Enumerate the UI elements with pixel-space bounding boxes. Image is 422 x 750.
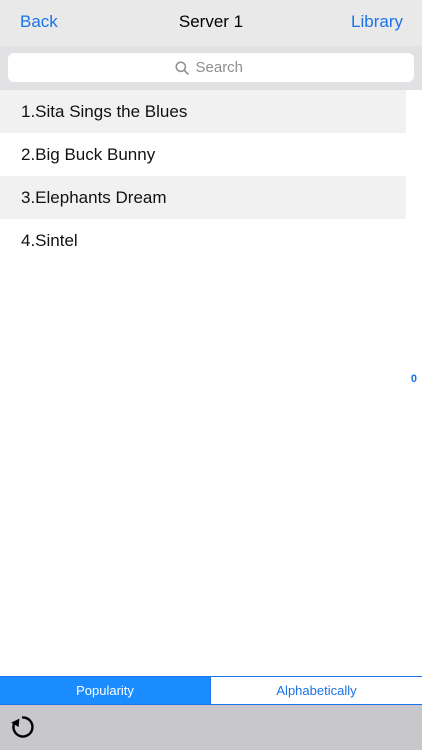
list-item[interactable]: 3.Elephants Dream	[0, 176, 406, 219]
refresh-icon[interactable]	[10, 714, 36, 740]
list-item[interactable]: 4.Sintel	[0, 219, 406, 262]
search-icon	[174, 60, 189, 75]
sort-segmented-control: Popularity Alphabetically	[0, 676, 422, 705]
screen: Back Server 1 Library 1.Sita Sings the B…	[0, 0, 422, 750]
search-input[interactable]	[195, 59, 248, 76]
list-item[interactable]: 2.Big Buck Bunny	[0, 133, 406, 176]
search-bar	[0, 46, 422, 90]
sort-alphabetically-segment[interactable]: Alphabetically	[210, 677, 422, 704]
search-field[interactable]	[8, 53, 414, 82]
library-button[interactable]: Library	[351, 11, 403, 33]
list-item[interactable]: 1.Sita Sings the Blues	[0, 90, 406, 133]
video-list: 1.Sita Sings the Blues 2.Big Buck Bunny …	[0, 90, 406, 262]
section-index[interactable]: 0	[411, 373, 417, 385]
navigation-bar: Back Server 1 Library	[0, 0, 422, 46]
bottom-toolbar	[0, 705, 422, 750]
sort-popularity-segment[interactable]: Popularity	[0, 677, 210, 704]
